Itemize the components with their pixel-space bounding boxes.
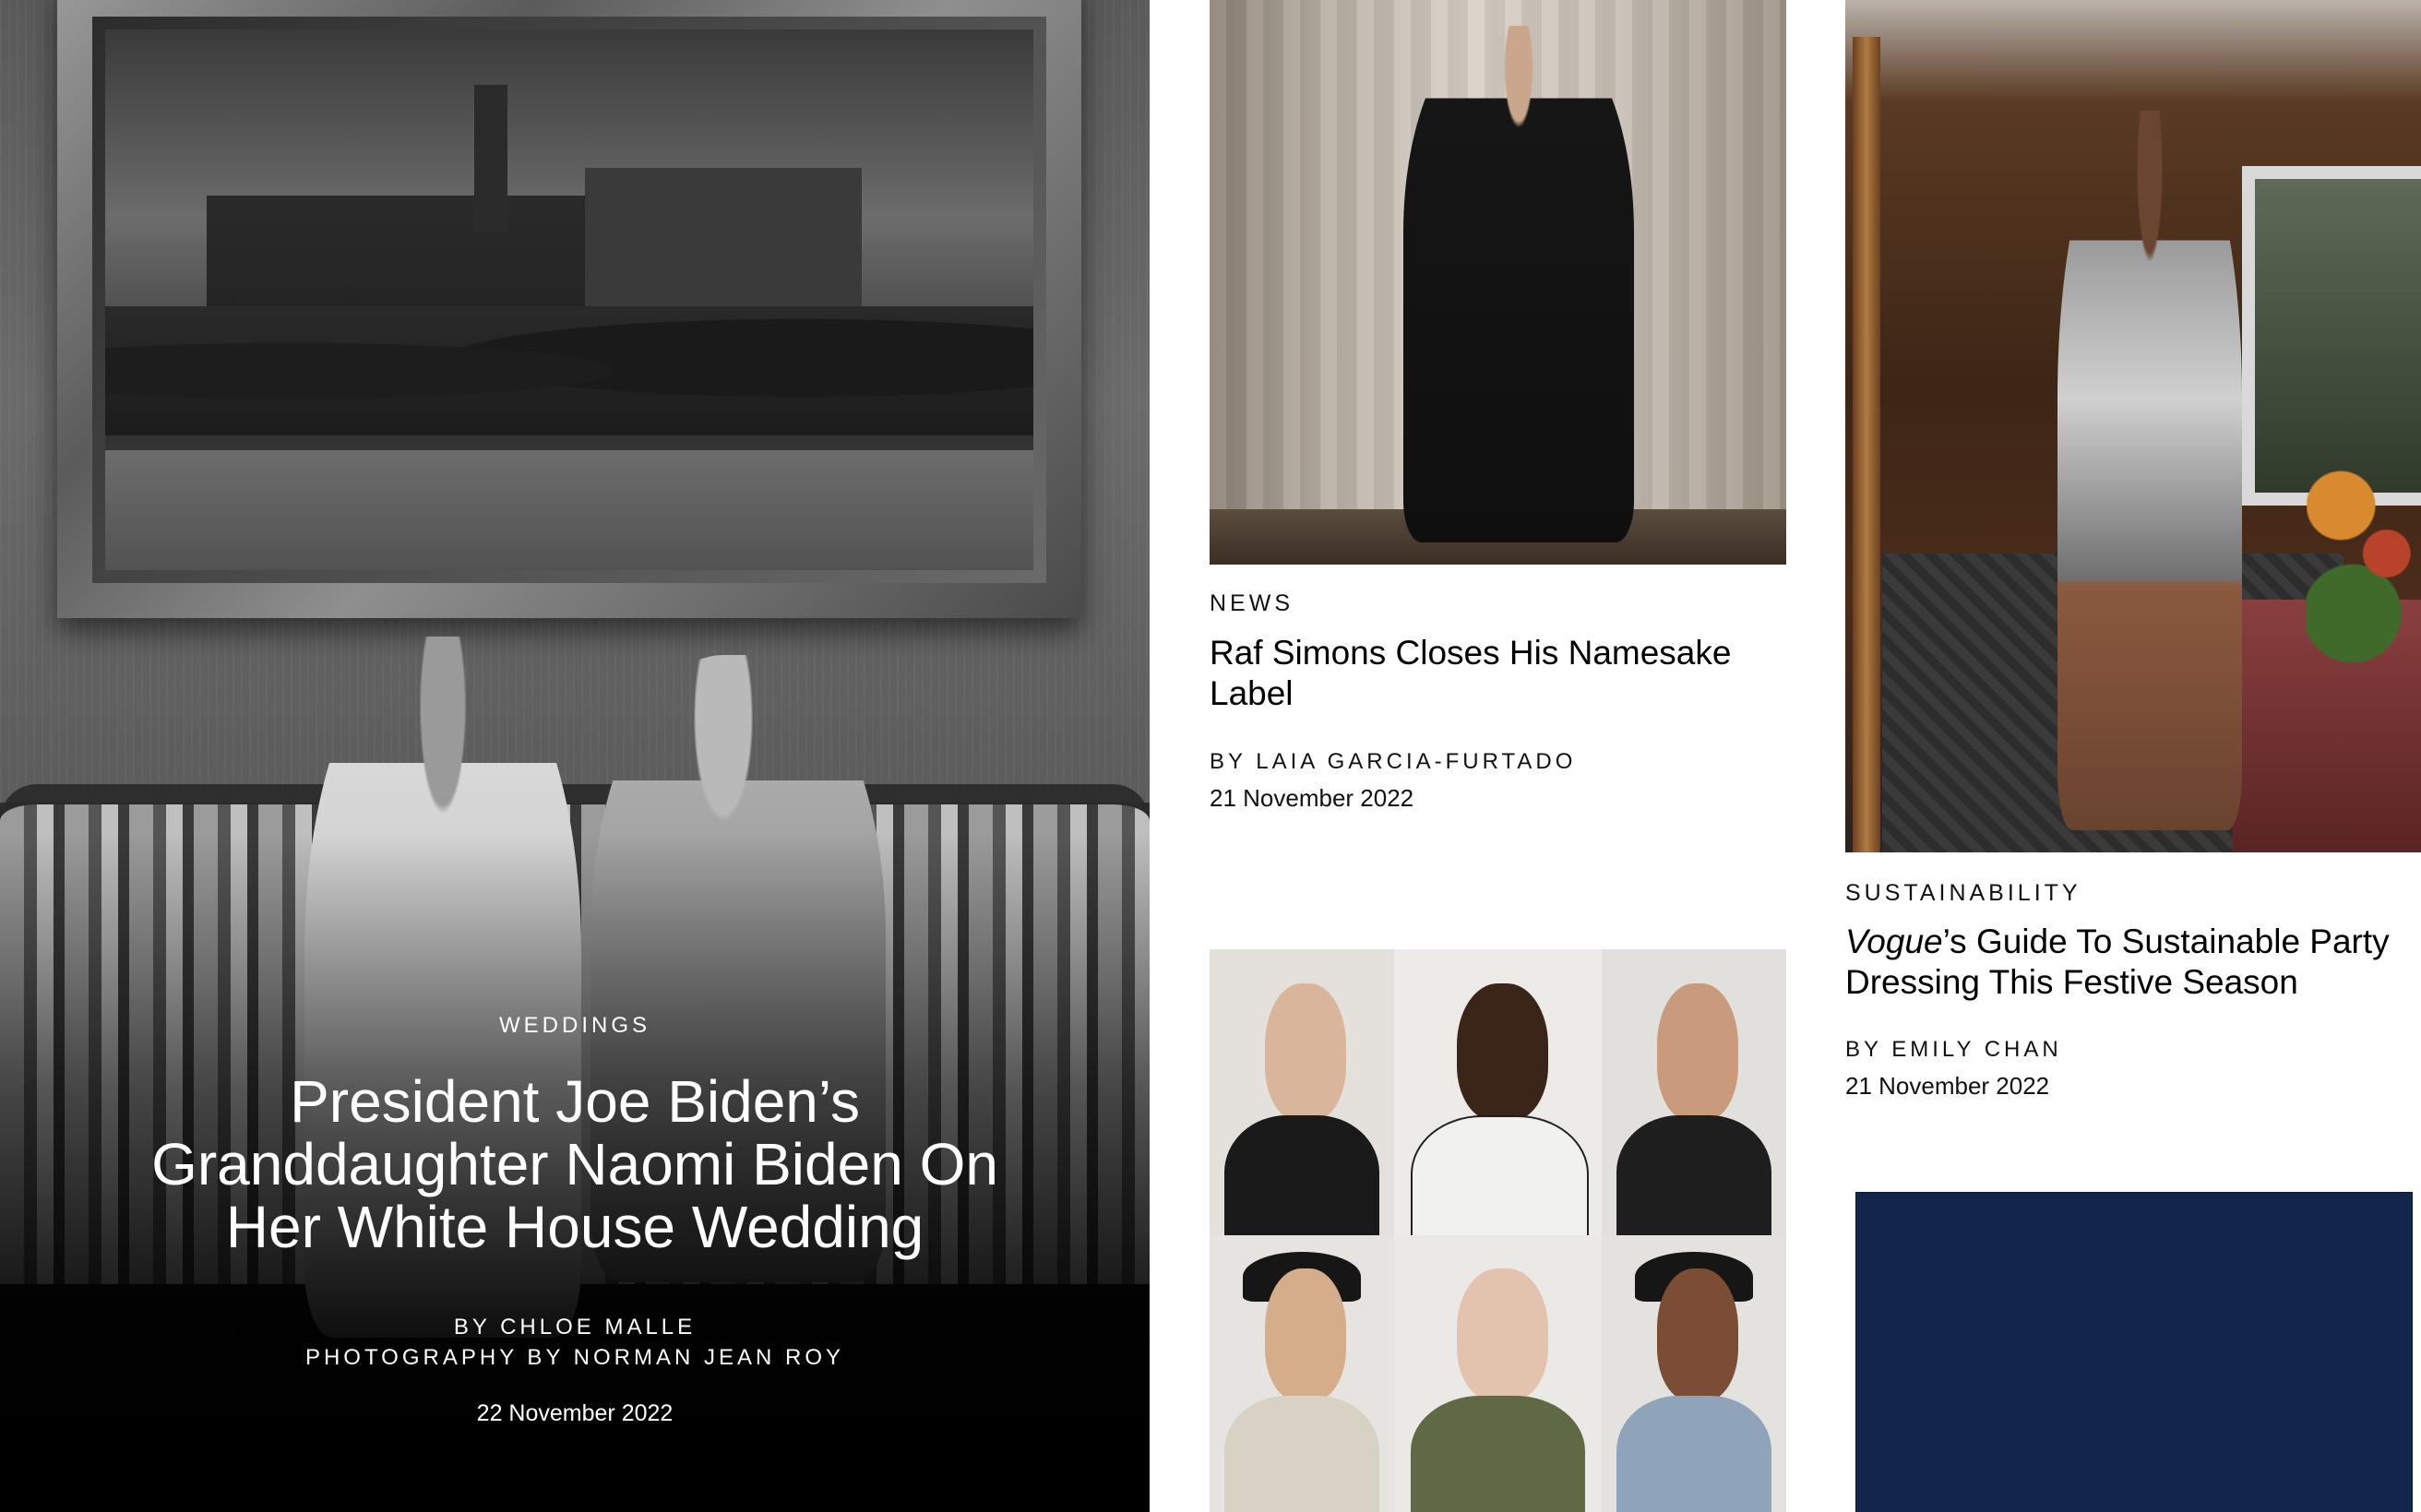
hero-date: 22 November 2022 bbox=[476, 1400, 674, 1426]
hero-photography-credit: PHOTOGRAPHY BY NORMAN JEAN ROY bbox=[304, 1345, 845, 1370]
card-date-sustainable-party: 21 November 2022 bbox=[1845, 1072, 2050, 1100]
card-rubric-sustainability[interactable]: SUSTAINABILITY bbox=[1845, 880, 2081, 907]
sustainable-party-model bbox=[2057, 111, 2242, 830]
collage-portrait bbox=[1210, 1235, 1394, 1512]
hero-rubric[interactable]: WEDDINGS bbox=[0, 1013, 1150, 1039]
vogue-article-grid: WEDDINGS President Joe Biden’s Granddaug… bbox=[0, 0, 2421, 1512]
card-rubric-news[interactable]: NEWS bbox=[1210, 590, 1294, 617]
card-byline-sustainable-party[interactable]: BY EMILY CHAN bbox=[1845, 1037, 2062, 1063]
navy-promo-block[interactable] bbox=[1855, 1192, 2413, 1512]
card-headline-sustainable-party[interactable]: Vogue’s Guide To Sustainable Party Dress… bbox=[1845, 922, 2417, 1003]
card-byline-raf-simons[interactable]: BY LAIA GARCIA-FURTADO bbox=[1210, 749, 1576, 775]
hero-text-block: WEDDINGS President Joe Biden’s Granddaug… bbox=[0, 1013, 1150, 1427]
card-headline-raf-simons[interactable]: Raf Simons Closes His Namesake Label bbox=[1210, 633, 1763, 714]
portrait-collage-image[interactable] bbox=[1210, 949, 1786, 1512]
card-date-raf-simons: 21 November 2022 bbox=[1210, 784, 1414, 812]
collage-portrait bbox=[1394, 1235, 1602, 1512]
hero-byline[interactable]: BY CHLOE MALLE bbox=[0, 1312, 1150, 1342]
headline-italic-vogue: Vogue bbox=[1845, 923, 1943, 960]
sustainable-party-image[interactable] bbox=[1845, 0, 2421, 852]
hero-headline[interactable]: President Joe Biden’s Granddaughter Naom… bbox=[113, 1070, 1036, 1258]
hero-byline-block: BY CHLOE MALLE PHOTOGRAPHY BY NORMAN JEA… bbox=[0, 1312, 1150, 1373]
raf-simons-image[interactable] bbox=[1210, 0, 1786, 565]
raf-simons-figure bbox=[1403, 26, 1634, 542]
collage-portrait bbox=[1602, 949, 1786, 1235]
collage-portrait bbox=[1602, 1235, 1786, 1512]
collage-portrait bbox=[1210, 949, 1394, 1235]
collage-portrait bbox=[1394, 949, 1602, 1235]
hero-story[interactable]: WEDDINGS President Joe Biden’s Granddaug… bbox=[0, 0, 1150, 1512]
